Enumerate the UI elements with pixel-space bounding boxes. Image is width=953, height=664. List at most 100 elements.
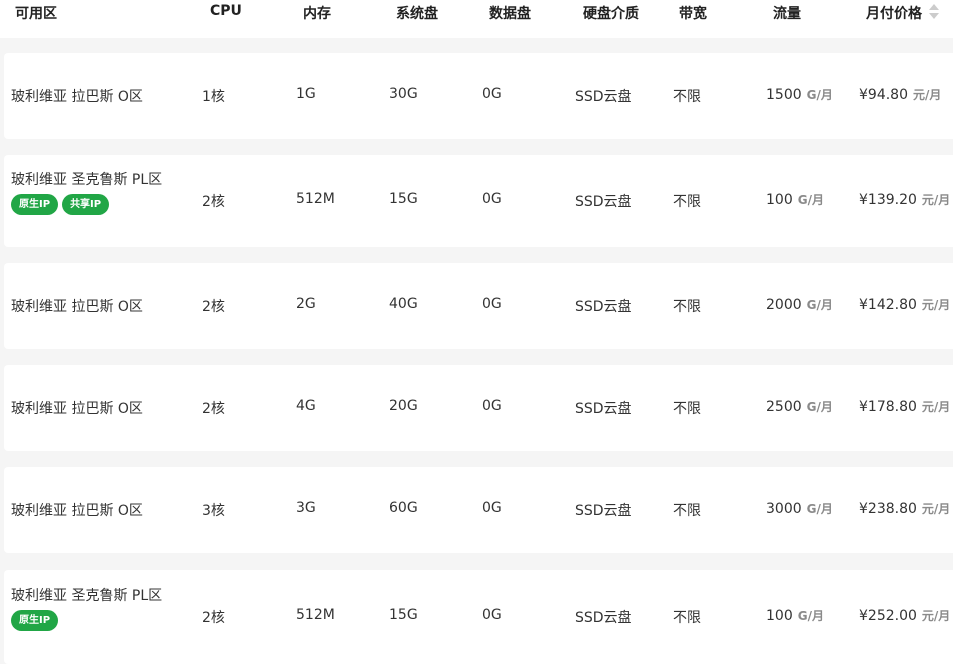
header-zone: 可用区 — [15, 6, 57, 22]
data-disk-cell: 0G — [482, 191, 502, 207]
price-cell: ¥238.80 元/月 — [859, 500, 950, 517]
traffic-unit: G/月 — [797, 609, 824, 623]
header-system-disk: 系统盘 — [396, 6, 438, 22]
traffic-unit: G/月 — [806, 88, 833, 102]
bandwidth-cell: 不限 — [673, 503, 701, 519]
bandwidth-cell: 不限 — [673, 610, 701, 626]
data-disk-cell: 0G — [482, 398, 502, 414]
zone-cell: 玻利维亚 拉巴斯 O区 — [11, 299, 143, 315]
traffic-value: 2000 — [766, 297, 802, 313]
table-header: 可用区 CPU 内存 系统盘 数据盘 硬盘介质 带宽 流量 月付价格 — [0, 0, 953, 38]
data-disk-cell: 0G — [482, 86, 502, 102]
disk-media-cell: SSD云盘 — [575, 299, 632, 315]
price-value: ¥178.80 — [859, 399, 917, 415]
zone-cell: 玻利维亚 拉巴斯 O区 — [11, 503, 143, 519]
system-disk-cell: 30G — [389, 86, 418, 102]
price-value: ¥252.00 — [859, 608, 917, 624]
ip-tag-badge: 原生IP — [11, 610, 59, 631]
ip-tags: 原生IP 共享IP — [11, 194, 110, 215]
memory-cell: 512M — [296, 607, 335, 623]
system-disk-cell: 15G — [389, 191, 418, 207]
traffic-value: 2500 — [766, 399, 802, 415]
bandwidth-cell: 不限 — [673, 194, 701, 210]
data-disk-cell: 0G — [482, 296, 502, 312]
table-row[interactable]: 玻利维亚 圣克鲁斯 PL区原生IP 2核 512M 15G 0G SSD云盘 不限 100 G/… — [4, 570, 953, 664]
traffic-unit: G/月 — [806, 400, 833, 414]
traffic-unit: G/月 — [806, 502, 833, 516]
table-row[interactable]: 玻利维亚 拉巴斯 O区 1核 1G 30G 0G SSD云盘 不限 1500 G/月 ¥94.80… — [4, 53, 953, 139]
cpu-cell: 2核 — [202, 194, 225, 210]
sort-icon[interactable] — [929, 4, 939, 21]
traffic-cell: 3000 G/月 — [766, 500, 833, 517]
disk-media-cell: SSD云盘 — [575, 503, 632, 519]
memory-cell: 512M — [296, 191, 335, 207]
traffic-value: 3000 — [766, 501, 802, 517]
disk-media-cell: SSD云盘 — [575, 89, 632, 105]
header-monthly-price[interactable]: 月付价格 — [866, 3, 922, 23]
memory-cell: 1G — [296, 86, 316, 102]
price-cell: ¥142.80 元/月 — [859, 296, 950, 313]
system-disk-cell: 60G — [389, 500, 418, 516]
traffic-cell: 1500 G/月 — [766, 86, 833, 103]
ip-tag-badge: 共享IP — [62, 194, 110, 215]
price-cell: ¥252.00 元/月 — [859, 607, 950, 624]
traffic-unit: G/月 — [806, 298, 833, 312]
price-value: ¥94.80 — [859, 87, 908, 103]
sort-descending-icon[interactable] — [929, 13, 939, 19]
traffic-cell: 100 G/月 — [766, 607, 824, 624]
disk-media-cell: SSD云盘 — [575, 194, 632, 210]
price-value: ¥142.80 — [859, 297, 917, 313]
bandwidth-cell: 不限 — [673, 401, 701, 417]
memory-cell: 3G — [296, 500, 316, 516]
price-unit: 元/月 — [921, 298, 951, 312]
ip-tag-badge: 原生IP — [11, 194, 59, 215]
table-row[interactable]: 玻利维亚 圣克鲁斯 PL区原生IP 共享IP 2核 512M 15G 0G SSD云盘 不限 1… — [4, 155, 953, 247]
price-cell: ¥94.80 元/月 — [859, 86, 941, 103]
system-disk-cell: 40G — [389, 296, 418, 312]
memory-cell: 2G — [296, 296, 316, 312]
price-unit: 元/月 — [921, 609, 951, 623]
price-unit: 元/月 — [921, 502, 951, 516]
ip-tags: 原生IP — [11, 610, 59, 631]
price-cell: ¥178.80 元/月 — [859, 398, 950, 415]
traffic-value: 100 — [766, 192, 793, 208]
bandwidth-cell: 不限 — [673, 89, 701, 105]
table-row[interactable]: 玻利维亚 拉巴斯 O区 2核 2G 40G 0G SSD云盘 不限 2000 G/月 ¥142.8… — [4, 263, 953, 349]
header-cpu: CPU — [210, 3, 242, 19]
system-disk-cell: 20G — [389, 398, 418, 414]
price-unit: 元/月 — [913, 88, 942, 102]
table-row[interactable]: 玻利维亚 拉巴斯 O区 2核 4G 20G 0G SSD云盘 不限 2500 G/月 ¥178.8… — [4, 365, 953, 451]
bandwidth-cell: 不限 — [673, 299, 701, 315]
price-value: ¥238.80 — [859, 501, 917, 517]
table-row[interactable]: 玻利维亚 拉巴斯 O区 3核 3G 60G 0G SSD云盘 不限 3000 G/月 ¥238.8… — [4, 467, 953, 553]
system-disk-cell: 15G — [389, 607, 418, 623]
zone-cell: 玻利维亚 圣克鲁斯 PL区 — [11, 588, 163, 604]
traffic-unit: G/月 — [797, 193, 824, 207]
header-disk-media: 硬盘介质 — [583, 6, 639, 22]
cpu-cell: 1核 — [202, 89, 225, 105]
zone-cell: 玻利维亚 拉巴斯 O区 — [11, 401, 143, 417]
traffic-value: 100 — [766, 608, 793, 624]
price-value: ¥139.20 — [859, 192, 917, 208]
zone-cell: 玻利维亚 圣克鲁斯 PL区 — [11, 172, 163, 188]
traffic-value: 1500 — [766, 87, 802, 103]
data-disk-cell: 0G — [482, 607, 502, 623]
price-unit: 元/月 — [921, 193, 951, 207]
header-bandwidth: 带宽 — [679, 6, 707, 22]
zone-cell: 玻利维亚 拉巴斯 O区 — [11, 89, 143, 105]
cpu-cell: 2核 — [202, 401, 225, 417]
price-unit: 元/月 — [921, 400, 951, 414]
sort-ascending-icon[interactable] — [929, 4, 939, 10]
header-traffic: 流量 — [773, 6, 801, 22]
header-data-disk: 数据盘 — [489, 6, 531, 22]
header-memory: 内存 — [303, 6, 331, 22]
price-cell: ¥139.20 元/月 — [859, 191, 950, 208]
cpu-cell: 2核 — [202, 299, 225, 315]
cpu-cell: 3核 — [202, 503, 225, 519]
disk-media-cell: SSD云盘 — [575, 610, 632, 626]
memory-cell: 4G — [296, 398, 316, 414]
traffic-cell: 100 G/月 — [766, 191, 824, 208]
data-disk-cell: 0G — [482, 500, 502, 516]
traffic-cell: 2000 G/月 — [766, 296, 833, 313]
cpu-cell: 2核 — [202, 610, 225, 626]
